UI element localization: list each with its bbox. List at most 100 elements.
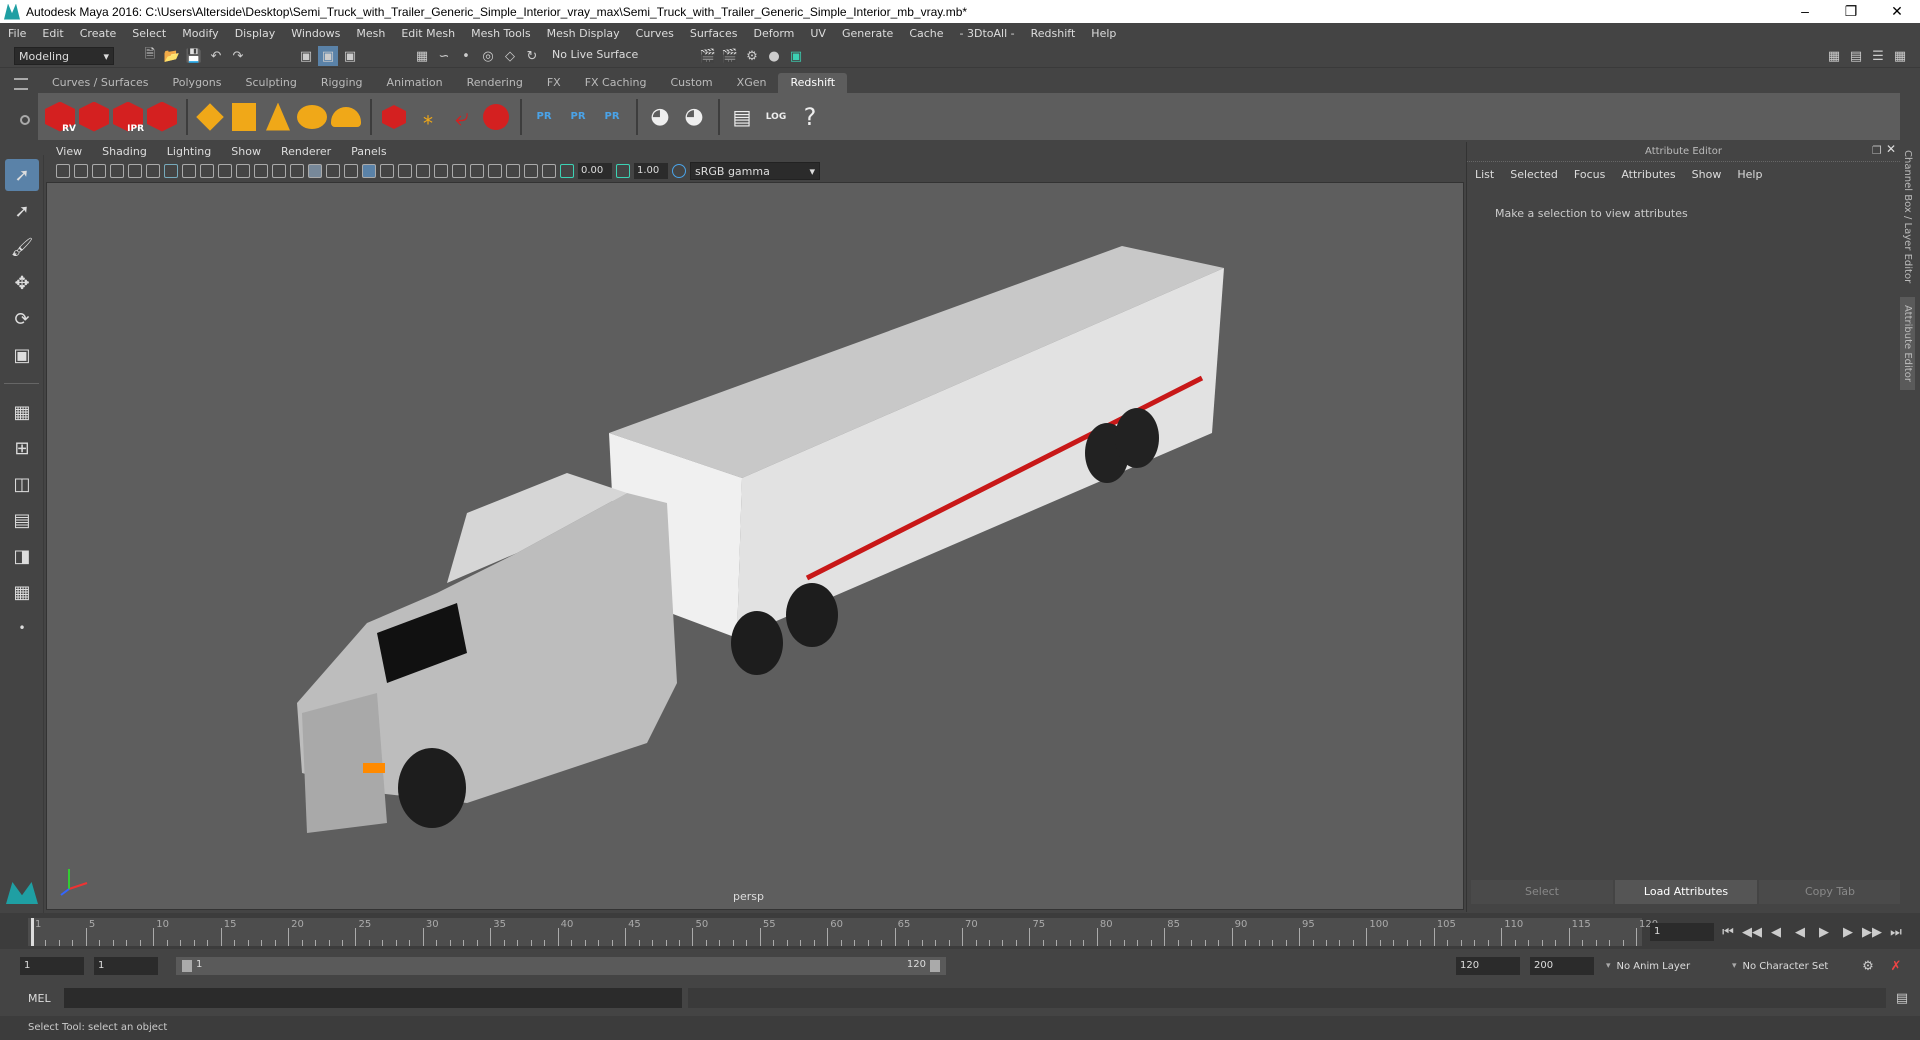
menu-mesh-tools[interactable]: Mesh Tools (463, 27, 539, 40)
redo-icon[interactable]: ↷ (228, 46, 248, 66)
redshift-log-icon[interactable]: LOG (760, 98, 792, 136)
ae-menu-selected[interactable]: Selected (1510, 168, 1558, 181)
colorspace-dropdown[interactable]: sRGB gamma ▾ (690, 162, 820, 180)
camera-select-icon[interactable] (56, 164, 70, 178)
render-view-icon[interactable]: ▣ (786, 46, 806, 66)
redshift-render-view-icon[interactable]: RV (44, 98, 76, 136)
tab-channel-box[interactable]: Channel Box / Layer Editor (1900, 142, 1915, 291)
tab-redshift[interactable]: Redshift (778, 73, 848, 93)
redshift-volume-icon[interactable]: ⁎ (412, 98, 444, 136)
range-slider[interactable]: 1 120 (176, 957, 946, 975)
xray-joints-icon[interactable] (542, 164, 556, 178)
depth-of-field-icon[interactable] (470, 164, 484, 178)
modeling-toolkit-icon[interactable]: ▦ (1824, 46, 1844, 66)
wireframe-on-shaded-icon[interactable] (344, 164, 358, 178)
render-settings-icon[interactable]: ⚙ (742, 46, 762, 66)
rotate-tool-icon[interactable]: ⟳ (5, 303, 39, 335)
motion-blur-icon[interactable] (434, 164, 448, 178)
grease-pencil-icon[interactable] (146, 164, 160, 178)
redshift-render-icon[interactable] (78, 98, 110, 136)
redshift-pr-export-icon[interactable]: PR (562, 98, 594, 136)
snap-curve-icon[interactable]: ∽ (434, 46, 454, 66)
camera-attributes-icon[interactable] (74, 164, 88, 178)
open-scene-icon[interactable]: 📂 (162, 46, 182, 66)
resolution-gate-icon[interactable] (200, 164, 214, 178)
redshift-pr-batch-icon[interactable]: PR (596, 98, 628, 136)
step-back-key-icon[interactable]: ◀ (1766, 922, 1786, 942)
menu-select[interactable]: Select (124, 27, 174, 40)
redshift-material-ball-2-icon[interactable]: ◕ (678, 98, 710, 136)
select-by-object-icon[interactable]: ▣ (318, 46, 338, 66)
vp-menu-renderer[interactable]: Renderer (271, 145, 341, 158)
menu-help[interactable]: Help (1083, 27, 1124, 40)
shelf-settings-icon[interactable] (20, 115, 30, 125)
redshift-render-settings-icon[interactable] (146, 98, 178, 136)
ae-menu-list[interactable]: List (1475, 168, 1494, 181)
ae-menu-help[interactable]: Help (1737, 168, 1762, 181)
paint-select-tool-icon[interactable]: 🖌 (5, 231, 39, 263)
menu-windows[interactable]: Windows (283, 27, 348, 40)
preferences-icon[interactable]: ✗ (1886, 956, 1906, 976)
go-to-start-icon[interactable]: ⏮ (1718, 922, 1738, 942)
cmd-input[interactable] (64, 988, 682, 1008)
ipr-render-icon[interactable]: 🎬 (720, 46, 740, 66)
start-time-field[interactable]: 1 (20, 957, 84, 975)
xray-active-components-icon[interactable] (524, 164, 538, 178)
hypershade-icon[interactable]: ● (764, 46, 784, 66)
tab-attribute-editor[interactable]: Attribute Editor (1900, 297, 1915, 391)
range-handle-left[interactable] (182, 960, 192, 972)
redshift-proxy-icon[interactable] (378, 98, 410, 136)
tab-fx-caching[interactable]: FX Caching (573, 73, 659, 93)
new-scene-icon[interactable]: 🗎 (140, 46, 160, 66)
menu-modify[interactable]: Modify (174, 27, 226, 40)
tab-custom[interactable]: Custom (659, 73, 725, 93)
menu-surfaces[interactable]: Surfaces (682, 27, 746, 40)
menu-mesh-display[interactable]: Mesh Display (539, 27, 628, 40)
menu-curves[interactable]: Curves (628, 27, 682, 40)
menu-create[interactable]: Create (72, 27, 125, 40)
exposure-toggle-icon[interactable] (560, 164, 574, 178)
ae-menu-show[interactable]: Show (1692, 168, 1722, 181)
persp-graph-layout-icon[interactable]: ▤ (5, 504, 39, 536)
range-handle-right[interactable] (930, 960, 940, 972)
ae-menu-focus[interactable]: Focus (1574, 168, 1605, 181)
gamma-field[interactable]: 1.00 (634, 163, 668, 179)
redshift-area-light-icon[interactable] (194, 98, 226, 136)
select-tool-icon[interactable]: ➚ (5, 159, 39, 191)
ae-load-attributes-button[interactable]: Load Attributes (1615, 880, 1757, 904)
step-forward-icon[interactable]: ▶▶ (1862, 922, 1882, 942)
xray-icon[interactable] (506, 164, 520, 178)
vp-menu-show[interactable]: Show (221, 145, 271, 158)
tab-curves-surfaces[interactable]: Curves / Surfaces (40, 73, 161, 93)
redshift-portal-light-icon[interactable] (228, 98, 260, 136)
shelf-menu-icon[interactable] (14, 78, 28, 90)
menu-edit[interactable]: Edit (34, 27, 71, 40)
menu-generate[interactable]: Generate (834, 27, 901, 40)
four-view-layout-icon[interactable]: ⊞ (5, 432, 39, 464)
menu-deform[interactable]: Deform (745, 27, 802, 40)
close-button[interactable]: ✕ (1874, 3, 1920, 20)
snap-grid-icon[interactable]: ▦ (412, 46, 432, 66)
redshift-ies-light-icon[interactable] (262, 98, 294, 136)
bookmarks-icon[interactable] (92, 164, 106, 178)
tab-sculpting[interactable]: Sculpting (233, 73, 308, 93)
redshift-ipr-icon[interactable]: IPR (112, 98, 144, 136)
script-editor-icon[interactable]: ▤ (1892, 988, 1912, 1008)
tab-rigging[interactable]: Rigging (309, 73, 375, 93)
current-time-marker[interactable] (31, 918, 34, 946)
tool-settings-toggle-icon[interactable]: ☰ (1868, 46, 1888, 66)
textured-icon[interactable] (362, 164, 376, 178)
restore-button[interactable]: ❐ (1828, 3, 1874, 20)
redshift-material-ball-icon[interactable]: ◕ (644, 98, 676, 136)
smooth-shade-icon[interactable] (308, 164, 322, 178)
playback-end-field[interactable]: 120 (1456, 957, 1520, 975)
redshift-material-icon[interactable] (480, 98, 512, 136)
ae-copy-tab-button[interactable]: Copy Tab (1759, 880, 1901, 904)
character-set-dropdown[interactable]: ▾ No Character Set (1732, 957, 1860, 975)
play-forwards-icon[interactable]: ▶ (1814, 922, 1834, 942)
gamma-toggle-icon[interactable] (616, 164, 630, 178)
close-panel-icon[interactable]: ✕ (1886, 142, 1896, 156)
select-by-hierarchy-icon[interactable]: ▣ (296, 46, 316, 66)
menu-3dtoall[interactable]: - 3DtoAll - (952, 27, 1023, 40)
shadows-icon[interactable] (398, 164, 412, 178)
